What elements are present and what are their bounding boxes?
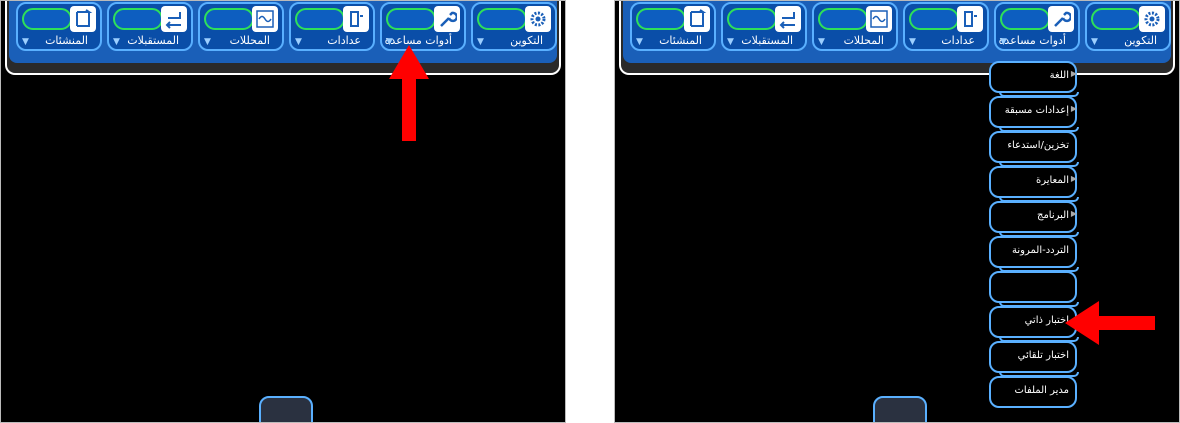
chevron-down-icon: ▼: [477, 37, 484, 47]
receiver-icon: [161, 6, 187, 32]
menu-item-software[interactable]: البرنامج ▶: [989, 201, 1079, 237]
generators-button[interactable]: المنشئات ▼: [16, 2, 102, 51]
wrench-icon: [434, 6, 460, 32]
toolbar: التكوين ▼ أدوات مساعدة ▼ عدادات ▼ المحللات ▼…: [623, 1, 1171, 63]
meters-button[interactable]: عدادات ▼: [903, 2, 989, 51]
gear-icon: [525, 6, 551, 32]
submenu-arrow-icon: ▶: [1070, 69, 1077, 78]
submenu-arrow-icon: ▶: [1070, 104, 1077, 113]
gear-icon: [1139, 6, 1165, 32]
screen-right: التكوين ▼ أدوات مساعدة ▼ عدادات ▼ المحللات ▼…: [614, 0, 1180, 423]
home-tab-button[interactable]: [873, 396, 927, 422]
menu-item-language[interactable]: اللغة ▶: [989, 61, 1079, 97]
utilities-button[interactable]: أدوات مساعدة ▼: [994, 2, 1080, 51]
generator-icon: [684, 6, 710, 32]
generator-icon: [70, 6, 96, 32]
config-button[interactable]: التكوين ▼: [1085, 2, 1171, 51]
receivers-button[interactable]: المستقبلات ▼: [107, 2, 193, 51]
chevron-down-icon: ▼: [295, 37, 302, 47]
toolbar: التكوين ▼ أدوات مساعدة ▼ عدادات ▼ المحللات ▼…: [9, 1, 557, 63]
analyzers-button[interactable]: المحللات ▼: [198, 2, 284, 51]
meter-icon: [343, 6, 369, 32]
meters-button[interactable]: عدادات ▼: [289, 2, 375, 51]
chevron-down-icon: ▼: [1091, 37, 1098, 47]
red-arrow-left-icon: [1065, 301, 1155, 345]
red-arrow-up-icon: [389, 45, 429, 141]
chevron-down-icon: ▼: [22, 37, 29, 47]
generators-button[interactable]: المنشئات ▼: [630, 2, 716, 51]
chevron-down-icon: ▼: [204, 37, 211, 47]
submenu-arrow-icon: ▶: [1070, 174, 1077, 183]
chevron-down-icon: ▼: [636, 37, 643, 47]
menu-item-freq-flex[interactable]: التردد-المرونة: [989, 236, 1079, 272]
waveform-icon: [866, 6, 892, 32]
analyzers-button[interactable]: المحللات ▼: [812, 2, 898, 51]
menu-item-presets[interactable]: إعدادات مسبقة ▶: [989, 96, 1079, 132]
menu-item-auto-test[interactable]: اختبار تلقائي: [989, 341, 1079, 377]
utilities-button[interactable]: أدوات مساعدة ▼: [380, 2, 466, 51]
meter-icon: [957, 6, 983, 32]
chevron-down-icon: ▼: [818, 37, 825, 47]
menu-item-self-test[interactable]: اختبار ذاتي: [989, 306, 1079, 342]
receivers-button[interactable]: المستقبلات ▼: [721, 2, 807, 51]
menu-item-store-recall[interactable]: تخزين/استدعاء: [989, 131, 1079, 167]
waveform-icon: [252, 6, 278, 32]
wrench-icon: [1048, 6, 1074, 32]
home-tab-button[interactable]: [259, 396, 313, 422]
utilities-dropdown-menu: اللغة ▶ إعدادات مسبقة ▶ تخزين/استدعاء المع…: [989, 53, 1079, 413]
menu-item-calibration[interactable]: المعايرة ▶: [989, 166, 1079, 202]
screen-left: التكوين ▼ أدوات مساعدة ▼ عدادات ▼ المحللات ▼…: [0, 0, 566, 423]
submenu-arrow-icon: ▶: [1070, 209, 1077, 218]
config-button[interactable]: التكوين ▼: [471, 2, 557, 51]
menu-item-file-manager[interactable]: مدير الملفات: [989, 376, 1077, 408]
chevron-down-icon: ▼: [727, 37, 734, 47]
receiver-icon: [775, 6, 801, 32]
chevron-down-icon: ▼: [1000, 37, 1007, 47]
menu-item-blank[interactable]: [989, 271, 1079, 307]
chevron-down-icon: ▼: [909, 37, 916, 47]
chevron-down-icon: ▼: [113, 37, 120, 47]
